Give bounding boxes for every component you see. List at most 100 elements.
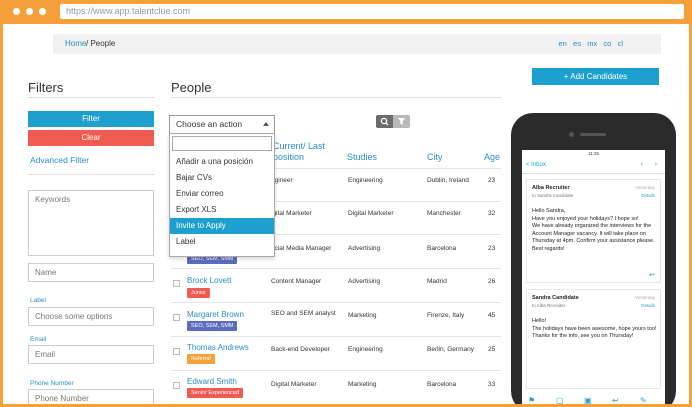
funnel-icon	[398, 118, 405, 125]
menu-item-send-email[interactable]: Enviar correo	[170, 186, 274, 202]
table-row[interactable]: Edward Smith Senior Experienced Digital …	[171, 370, 501, 403]
email-field[interactable]: Email	[28, 345, 154, 364]
flag-icon[interactable]: ⚑	[528, 396, 535, 404]
row-checkbox[interactable]	[173, 314, 180, 321]
cell-city: Barcelona	[427, 381, 457, 388]
label-field-label: Label	[30, 297, 46, 304]
lang-mx[interactable]: mx	[587, 39, 597, 48]
cell-age: 32	[488, 210, 496, 217]
inbox-back-link[interactable]: < Inbox	[526, 162, 546, 168]
menu-item-invite-to-apply[interactable]: Invite to Apply	[170, 218, 274, 234]
candidate-name-link[interactable]: Thomas Andrews	[187, 343, 249, 352]
candidate-name-link[interactable]: Edward Smith	[187, 377, 237, 386]
window-dot-icon[interactable]	[13, 8, 20, 15]
filters-title: Filters	[28, 80, 64, 95]
mail-date: Yesterday	[635, 185, 655, 190]
cell-city: Barcelona	[427, 245, 457, 252]
lang-cl[interactable]: cl	[618, 39, 623, 48]
breadcrumb: Home / People en es mx co cl	[53, 34, 661, 54]
window-dot-icon[interactable]	[26, 8, 33, 15]
mail-sender: Alba Recruiter	[532, 185, 570, 191]
chevron-left-icon[interactable]: ‹	[641, 161, 643, 168]
candidate-tag: SEO, SEM, SMM	[187, 321, 238, 331]
search-button[interactable]	[376, 115, 393, 128]
chevron-right-icon[interactable]: ›	[655, 161, 657, 168]
status-time: 11:25	[588, 151, 599, 156]
cell-studies: Marketing	[348, 312, 377, 319]
filter-toggle-button[interactable]	[393, 115, 410, 128]
add-candidates-button[interactable]: + Add Candidates	[532, 68, 659, 85]
menu-item-add-to-position[interactable]: Añadir a una posición	[170, 154, 274, 170]
caret-up-icon	[263, 122, 269, 126]
lang-es[interactable]: es	[573, 39, 581, 48]
menu-item-label[interactable]: Label	[170, 234, 274, 250]
mail-message[interactable]: Alba Recruiter to Sandra Candidate Yeste…	[526, 179, 661, 283]
cell-studies: Advertising	[348, 278, 381, 285]
label-select[interactable]: Choose some options	[28, 307, 154, 326]
status-bar: 11:25	[522, 150, 665, 158]
action-menu-search-input[interactable]	[172, 136, 272, 151]
mail-details-link[interactable]: Details	[641, 303, 655, 308]
candidate-name-link[interactable]: Brock Lovett	[187, 276, 231, 285]
filter-button[interactable]: Filter	[28, 111, 154, 127]
mail-recipient: to Sandra Candidate	[532, 193, 574, 198]
cell-city: Berlin, Germany	[427, 346, 474, 353]
action-select[interactable]: Choose an action	[169, 115, 275, 134]
address-bar[interactable]: https://www.app.talentclue.com	[60, 4, 684, 19]
cell-studies: Digital Marketer	[348, 210, 394, 217]
row-checkbox[interactable]	[173, 348, 180, 355]
mail-date: Yesterday	[635, 295, 655, 300]
cell-studies: Engineering	[348, 177, 383, 184]
cell-studies: Advertising	[348, 245, 381, 252]
folder-icon[interactable]: ▢	[556, 396, 564, 404]
column-header-city[interactable]: City	[427, 152, 443, 162]
mail-body: Hello! The holidays have been awesome, h…	[532, 318, 657, 339]
phone-field[interactable]: Phone Number	[28, 389, 154, 404]
cell-city: Madrid	[427, 278, 447, 285]
archive-icon[interactable]: ▣	[584, 396, 592, 404]
mail-recipient: to Alba Recruiter	[532, 303, 566, 308]
reply-icon[interactable]: ↩	[649, 271, 655, 279]
candidate-name-link[interactable]: Margaret Brown	[187, 310, 244, 319]
lang-co[interactable]: co	[603, 39, 611, 48]
mail-sender: Sandra Candidate	[532, 295, 579, 301]
cell-age: 23	[488, 177, 496, 184]
row-checkbox[interactable]	[173, 280, 180, 287]
column-header-age[interactable]: Age	[484, 152, 500, 162]
reply-icon[interactable]: ↩	[612, 396, 619, 404]
mail-nav-bar: < Inbox ‹ ›	[522, 158, 665, 174]
column-header-studies[interactable]: Studies	[347, 152, 377, 162]
keywords-textarea[interactable]: Keywords	[28, 190, 154, 256]
cell-age: 26	[488, 278, 496, 285]
mail-message[interactable]: Sandra Candidate to Alba Recruiter Yeste…	[526, 289, 661, 389]
candidate-tag: Junior	[187, 288, 210, 298]
window-dot-icon[interactable]	[39, 8, 46, 15]
table-row[interactable]: Thomas Andrews Referral Back-end Develop…	[171, 336, 501, 369]
table-row[interactable]: Margaret Brown SEO, SEM, SMM SEO and SEM…	[171, 302, 501, 335]
compose-icon[interactable]: ✎	[640, 396, 647, 404]
candidate-tag: Senior Experienced	[187, 388, 244, 398]
clear-button[interactable]: Clear	[28, 130, 154, 146]
cell-city: Manchester	[427, 210, 461, 217]
cell-age: 45	[488, 312, 496, 319]
mail-details-link[interactable]: Details	[641, 193, 655, 198]
breadcrumb-home-link[interactable]: Home	[65, 34, 86, 54]
breadcrumb-current: / People	[86, 39, 116, 48]
menu-item-download-cvs[interactable]: Bajar CVs	[170, 170, 274, 186]
phone-mockup: 11:25 < Inbox ‹ › Alba Recruiter to Sand…	[511, 113, 676, 404]
menu-item-export-xls[interactable]: Export XLS	[170, 202, 274, 218]
name-field[interactable]: Name	[28, 263, 154, 282]
browser-toolbar: https://www.app.talentclue.com	[3, 0, 689, 24]
phone-field-label: Phone Number	[30, 380, 74, 387]
column-header-position[interactable]: Current/ Last position	[273, 141, 333, 163]
advanced-filter-link[interactable]: Advanced Filter	[30, 155, 89, 165]
table-row[interactable]: Brock Lovett Junior Content Manager Adve…	[171, 268, 501, 301]
cell-position: ocial Media Manager	[271, 245, 332, 252]
cell-position: Digital Marketer	[271, 381, 317, 388]
cell-age: 33	[488, 381, 496, 388]
divider	[28, 97, 154, 98]
divider	[171, 97, 501, 98]
row-checkbox[interactable]	[173, 382, 180, 389]
lang-en[interactable]: en	[558, 39, 566, 48]
search-icon	[380, 117, 389, 126]
